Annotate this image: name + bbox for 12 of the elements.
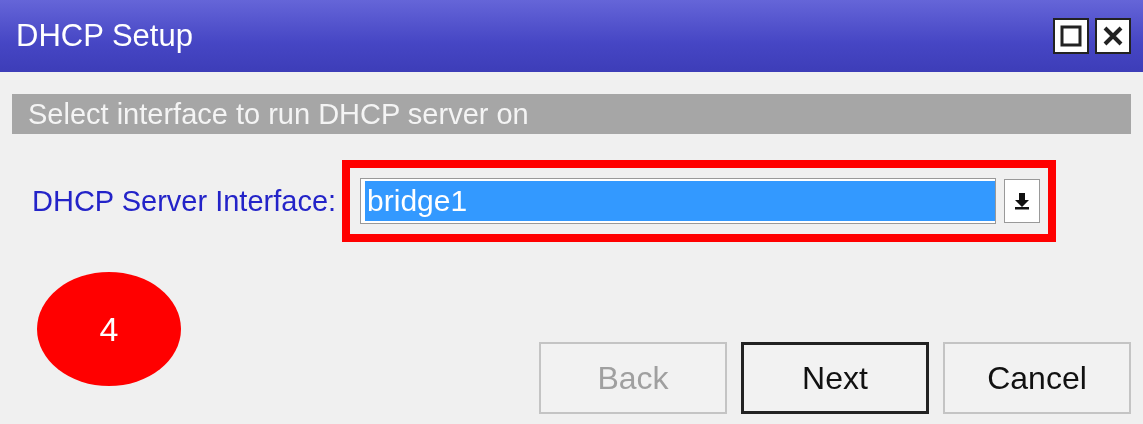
maximize-icon [1060, 25, 1082, 47]
dialog-button[interactable]: Next [741, 342, 929, 414]
step-badge: 4 [37, 272, 181, 386]
dropdown-arrow-icon [1013, 192, 1032, 210]
maximize-button[interactable] [1053, 18, 1089, 54]
window-title: DHCP Setup [16, 18, 193, 54]
field-label: DHCP Server Interface: [32, 184, 337, 218]
dialog-button[interactable]: Cancel [943, 342, 1131, 414]
section-header: Select interface to run DHCP server on [12, 94, 1131, 134]
close-icon [1102, 25, 1124, 47]
close-button[interactable] [1095, 18, 1131, 54]
dropdown-button[interactable] [1004, 179, 1041, 223]
